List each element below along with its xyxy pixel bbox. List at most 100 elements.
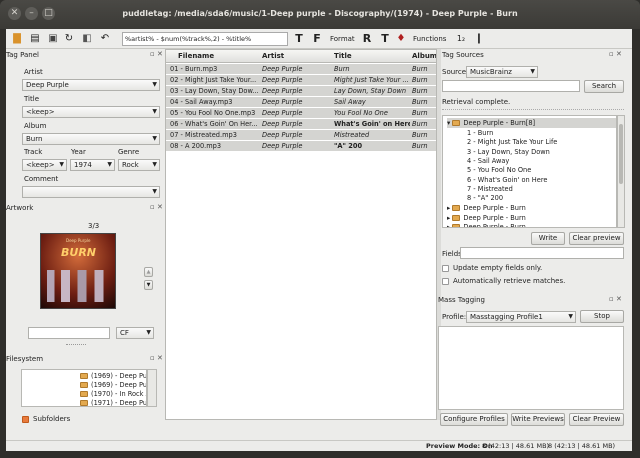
chevron-down-icon: ▼ [530, 68, 535, 75]
table-row[interactable]: 02 - Might Just Take Your... Deep Purple M… [166, 75, 436, 86]
autonumber-icon[interactable]: ♦ [394, 32, 408, 46]
profile-label: Profile: [442, 313, 467, 321]
mass-tagging-close-icon[interactable]: ▫ ✕ [609, 295, 622, 303]
format-button[interactable]: Format [330, 35, 355, 43]
more-icon[interactable]: ❙ [472, 32, 486, 46]
cell-artist: Deep Purple [262, 87, 303, 95]
checkbox-unchecked-icon [442, 264, 449, 272]
profile-combo[interactable]: Masstagging Profile1 ▼ [466, 311, 576, 323]
artwork-up-button[interactable]: ▲ [144, 267, 153, 277]
open-folder-icon[interactable]: ▇ [10, 32, 24, 46]
subfolders-checkbox[interactable]: Subfolders [22, 415, 70, 423]
column-header-title[interactable]: Title [334, 52, 352, 60]
artist-combo[interactable]: Deep Purple ▼ [22, 79, 160, 91]
search-input[interactable] [442, 80, 580, 92]
section-splitter[interactable] [442, 109, 624, 112]
comment-combo[interactable]: ▼ [22, 186, 160, 198]
mass-tagging-log[interactable] [438, 326, 624, 410]
results-tree[interactable]: ▾ Deep Purple - Burn[8] 1 - Burn 2 - Migh… [442, 115, 617, 228]
track-label: Track [24, 148, 43, 156]
file-to-tag-icon[interactable]: F [310, 32, 324, 46]
cell-artist: Deep Purple [262, 142, 303, 150]
configure-profiles-button[interactable]: Configure Profiles [440, 413, 508, 426]
table-row[interactable]: 01 - Burn.mp3 Deep Purple Burn Burn [166, 64, 436, 75]
tree-node-album[interactable]: ▸ Deep Purple - Burn [447, 222, 526, 227]
tree-node-album[interactable]: ▸ Deep Purple - Burn [447, 213, 526, 223]
title-combo[interactable]: <keep> ▼ [22, 106, 160, 118]
functions-button[interactable]: Functions [413, 35, 446, 43]
clear-preview-button-2[interactable]: Clear Preview [569, 413, 624, 426]
folder-icon [452, 214, 461, 221]
autonumbering-icon[interactable]: 1₂ [454, 32, 468, 46]
tag-panel-close-icon[interactable]: ▫ ✕ [150, 50, 163, 58]
tree-node-album[interactable]: ▸ Deep Purple - Burn [447, 203, 526, 213]
tree-node-album[interactable]: ▾ Deep Purple - Burn[8] [447, 118, 616, 128]
tree-track-item[interactable]: 8 - "A" 200 [467, 193, 503, 203]
cell-filename: 02 - Might Just Take Your... [170, 76, 257, 84]
artwork-down-button[interactable]: ▼ [144, 280, 153, 290]
text-file-icon[interactable]: T [378, 32, 392, 46]
year-combo[interactable]: 1974 ▼ [70, 159, 115, 171]
chevron-down-icon: ▼ [152, 81, 157, 88]
cell-title: Sail Away [334, 98, 366, 106]
genre-combo[interactable]: Rock ▼ [118, 159, 160, 171]
reload-icon[interactable]: ↻ [62, 32, 76, 46]
format-pattern-combo[interactable]: %artist% - $num(%track%,2) - %title% [122, 32, 288, 46]
rename-dirs-icon[interactable]: R [360, 32, 374, 46]
cover-album-text: BURN [61, 246, 96, 259]
table-row[interactable]: 03 - Lay Down, Stay Dow... Deep Purple Lay… [166, 86, 436, 97]
scrollbar-thumb[interactable] [619, 124, 623, 184]
track-combo[interactable]: <keep> ▼ [22, 159, 67, 171]
artwork-type-combo[interactable]: CF ▼ [116, 327, 154, 339]
cell-filename: 04 - Sail Away.mp3 [170, 98, 233, 106]
folder-icon [80, 373, 88, 379]
column-header-album[interactable]: Album [412, 52, 436, 60]
table-row[interactable]: 05 - You Fool No One.mp3 Deep Purple You F… [166, 108, 436, 119]
source-combo[interactable]: MusicBrainz ▼ [466, 66, 538, 78]
cell-filename: 07 - Mistreated.mp3 [170, 131, 237, 139]
update-empty-checkbox[interactable]: Update empty fields only. [442, 264, 542, 272]
column-header-artist[interactable]: Artist [262, 52, 284, 60]
artwork-close-icon[interactable]: ▫ ✕ [150, 203, 163, 211]
filesystem-tree[interactable]: (1969) - Deep Purpl (1969) - Deep Purpl … [21, 369, 147, 407]
cell-title: Might Just Take Your ... [334, 76, 409, 84]
chevron-down-icon: ▼ [152, 135, 157, 142]
cell-album: Burn [412, 109, 428, 117]
tag-to-file-icon[interactable]: T [292, 32, 306, 46]
table-row[interactable]: 04 - Sail Away.mp3 Deep Purple Sail Away Bu… [166, 97, 436, 108]
title-label: Title [24, 95, 40, 103]
add-folder-icon[interactable]: ▤ [28, 32, 42, 46]
folder-icon [80, 391, 88, 397]
file-table[interactable]: Filename Artist Title Album 01 - Burn.mp… [165, 49, 437, 420]
table-row[interactable]: 08 - A 200.mp3 Deep Purple "A" 200 Burn [166, 141, 436, 152]
write-previews-button[interactable]: Write Previews [511, 413, 565, 426]
chevron-down-icon: ▼ [152, 108, 157, 115]
panel-splitter[interactable] [66, 344, 86, 347]
table-row[interactable]: 06 - What's Goin' On Her... Deep Purple Wh… [166, 119, 436, 130]
cell-artist: Deep Purple [262, 65, 303, 73]
auto-retrieve-checkbox[interactable]: Automatically retrieve matches. [442, 277, 565, 285]
stop-button[interactable]: Stop [580, 310, 624, 323]
undo-icon[interactable]: ↶ [98, 32, 112, 46]
filesystem-close-icon[interactable]: ▫ ✕ [150, 354, 163, 362]
tag-sources-close-icon[interactable]: ▫ ✕ [609, 50, 622, 58]
album-combo[interactable]: Burn ▼ [22, 133, 160, 145]
folder-item[interactable]: (1971) - Deep Purpl [80, 398, 146, 406]
save-icon[interactable]: ▣ [46, 32, 60, 46]
write-button[interactable]: Write [531, 232, 565, 245]
fields-input[interactable] [460, 247, 624, 259]
search-button[interactable]: Search [584, 80, 624, 93]
filesystem-scrollbar[interactable] [147, 369, 157, 407]
tree-scrollbar[interactable] [617, 115, 625, 228]
preview-icon[interactable]: ◧ [80, 32, 94, 46]
cell-artist: Deep Purple [262, 109, 303, 117]
clear-preview-button[interactable]: Clear preview [569, 232, 624, 245]
window-title: puddletag: /media/sda6/music/1-Deep purp… [122, 9, 518, 18]
cell-artist: Deep Purple [262, 120, 303, 128]
table-row[interactable]: 07 - Mistreated.mp3 Deep Purple Mistreated… [166, 130, 436, 141]
artwork-description-field[interactable] [28, 327, 110, 339]
selection-info: 8 (42:13 | 48.61 MB) [482, 442, 550, 450]
column-header-filename[interactable]: Filename [178, 52, 214, 60]
album-cover-image: Deep Purple BURN [40, 233, 116, 309]
cell-title: Lay Down, Stay Down [334, 87, 407, 95]
